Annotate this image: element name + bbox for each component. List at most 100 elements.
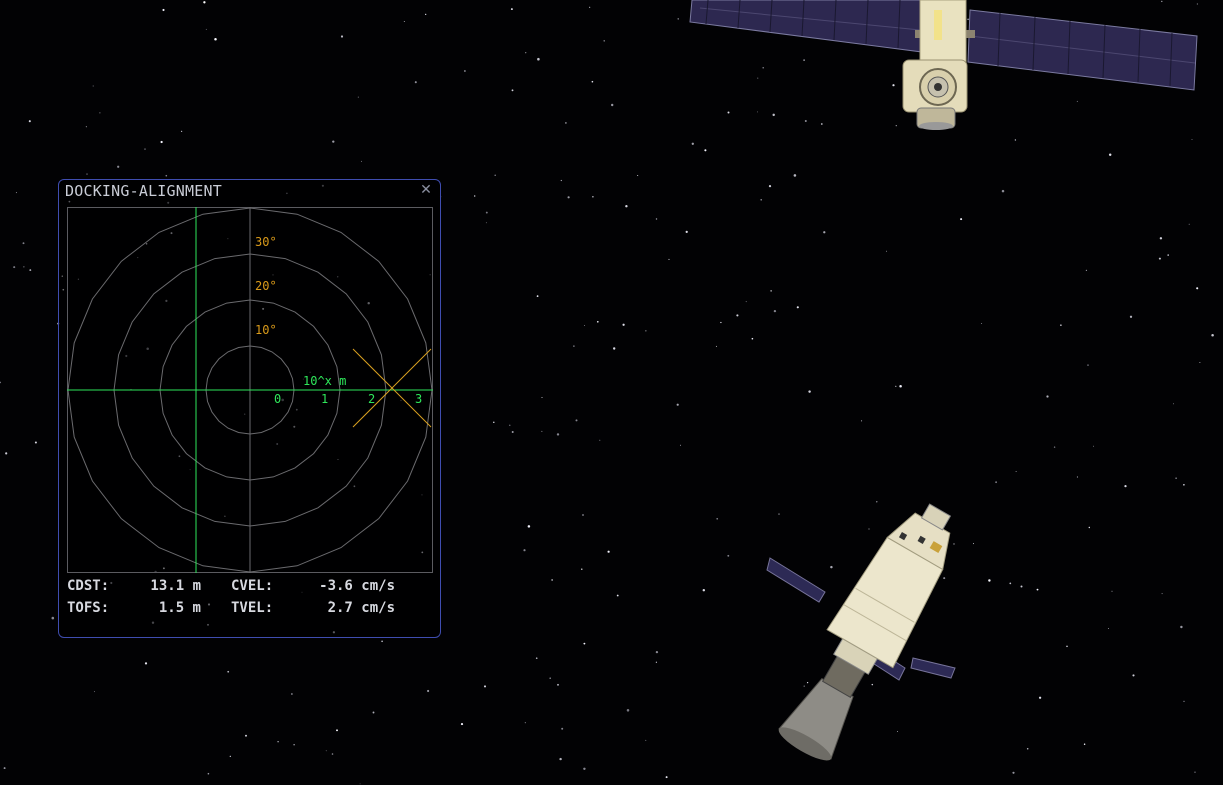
close-icon[interactable]: ✕ — [419, 182, 433, 198]
star — [340, 35, 344, 38]
star — [676, 403, 679, 406]
star — [895, 125, 897, 127]
star — [953, 543, 955, 545]
docking-alignment-window[interactable]: DOCKING-ALIGNMENT ✕ 30° 20° 10° 10^x m 0… — [58, 179, 441, 638]
star — [589, 6, 591, 8]
star — [359, 783, 361, 785]
star — [117, 165, 120, 168]
star — [93, 691, 95, 693]
star — [1036, 588, 1039, 591]
star — [871, 683, 874, 686]
star — [1026, 748, 1029, 750]
star — [427, 689, 430, 693]
star — [804, 119, 807, 123]
star — [582, 514, 584, 516]
star — [525, 52, 527, 54]
star — [332, 140, 335, 143]
angle-label-20: 20° — [255, 279, 277, 293]
star — [1001, 189, 1005, 193]
star — [1107, 628, 1109, 630]
star — [541, 430, 543, 432]
star — [474, 195, 476, 197]
star — [960, 218, 963, 221]
star — [1211, 334, 1214, 337]
star — [99, 112, 101, 114]
star — [28, 120, 31, 123]
star — [583, 642, 586, 645]
star — [702, 588, 706, 592]
station-solar-array-right — [967, 9, 1198, 91]
star — [704, 149, 707, 152]
star — [1158, 257, 1161, 260]
star — [716, 517, 719, 520]
star — [277, 740, 279, 743]
star — [1199, 362, 1201, 364]
spacecraft — [766, 503, 956, 761]
alignment-radar: 30° 20° 10° 10^x m 0 1 2 3 — [67, 207, 433, 573]
star — [1093, 445, 1094, 447]
tofs-label: TOFS: — [67, 600, 110, 616]
star — [180, 130, 183, 133]
star — [13, 266, 16, 269]
star — [23, 266, 25, 268]
star — [1129, 315, 1133, 318]
star — [981, 323, 983, 324]
cvel-value: -3.6 cm/s — [319, 578, 395, 594]
star — [535, 657, 538, 660]
star — [556, 433, 560, 436]
star — [464, 70, 466, 72]
star — [92, 85, 94, 87]
star — [1038, 696, 1042, 699]
star — [551, 579, 553, 581]
star — [645, 739, 647, 741]
star — [778, 513, 780, 515]
star — [493, 421, 495, 424]
star — [736, 314, 739, 317]
space-station — [689, 0, 1198, 130]
star — [1194, 771, 1196, 773]
star — [549, 677, 551, 679]
star — [527, 525, 531, 528]
star — [1161, 593, 1163, 595]
star — [772, 113, 775, 117]
star — [162, 8, 165, 12]
star — [331, 753, 334, 755]
star — [1180, 625, 1183, 629]
star — [557, 683, 559, 686]
star — [611, 103, 614, 107]
star — [751, 337, 754, 340]
star — [625, 205, 628, 208]
star — [727, 554, 730, 557]
star — [1167, 254, 1169, 256]
star — [988, 579, 991, 582]
star — [762, 67, 764, 69]
star — [460, 723, 464, 726]
star — [768, 185, 772, 188]
star — [626, 709, 630, 712]
star — [1012, 771, 1015, 774]
cdst-label: CDST: — [67, 578, 110, 594]
star — [1066, 645, 1068, 648]
star — [1009, 582, 1012, 585]
star — [15, 192, 17, 194]
star — [655, 661, 658, 663]
star — [757, 77, 759, 79]
star — [995, 481, 997, 484]
star — [1196, 3, 1198, 5]
star — [165, 174, 168, 177]
star — [583, 767, 586, 771]
star — [403, 21, 405, 23]
star — [1087, 364, 1089, 366]
star — [1020, 585, 1023, 588]
star — [1175, 477, 1177, 479]
star — [144, 148, 146, 150]
star — [895, 385, 897, 387]
star — [485, 222, 487, 224]
star — [565, 122, 567, 124]
star — [3, 767, 6, 770]
star — [229, 755, 231, 757]
star — [773, 309, 777, 313]
star — [372, 711, 375, 714]
star — [573, 345, 575, 347]
star — [715, 345, 717, 347]
